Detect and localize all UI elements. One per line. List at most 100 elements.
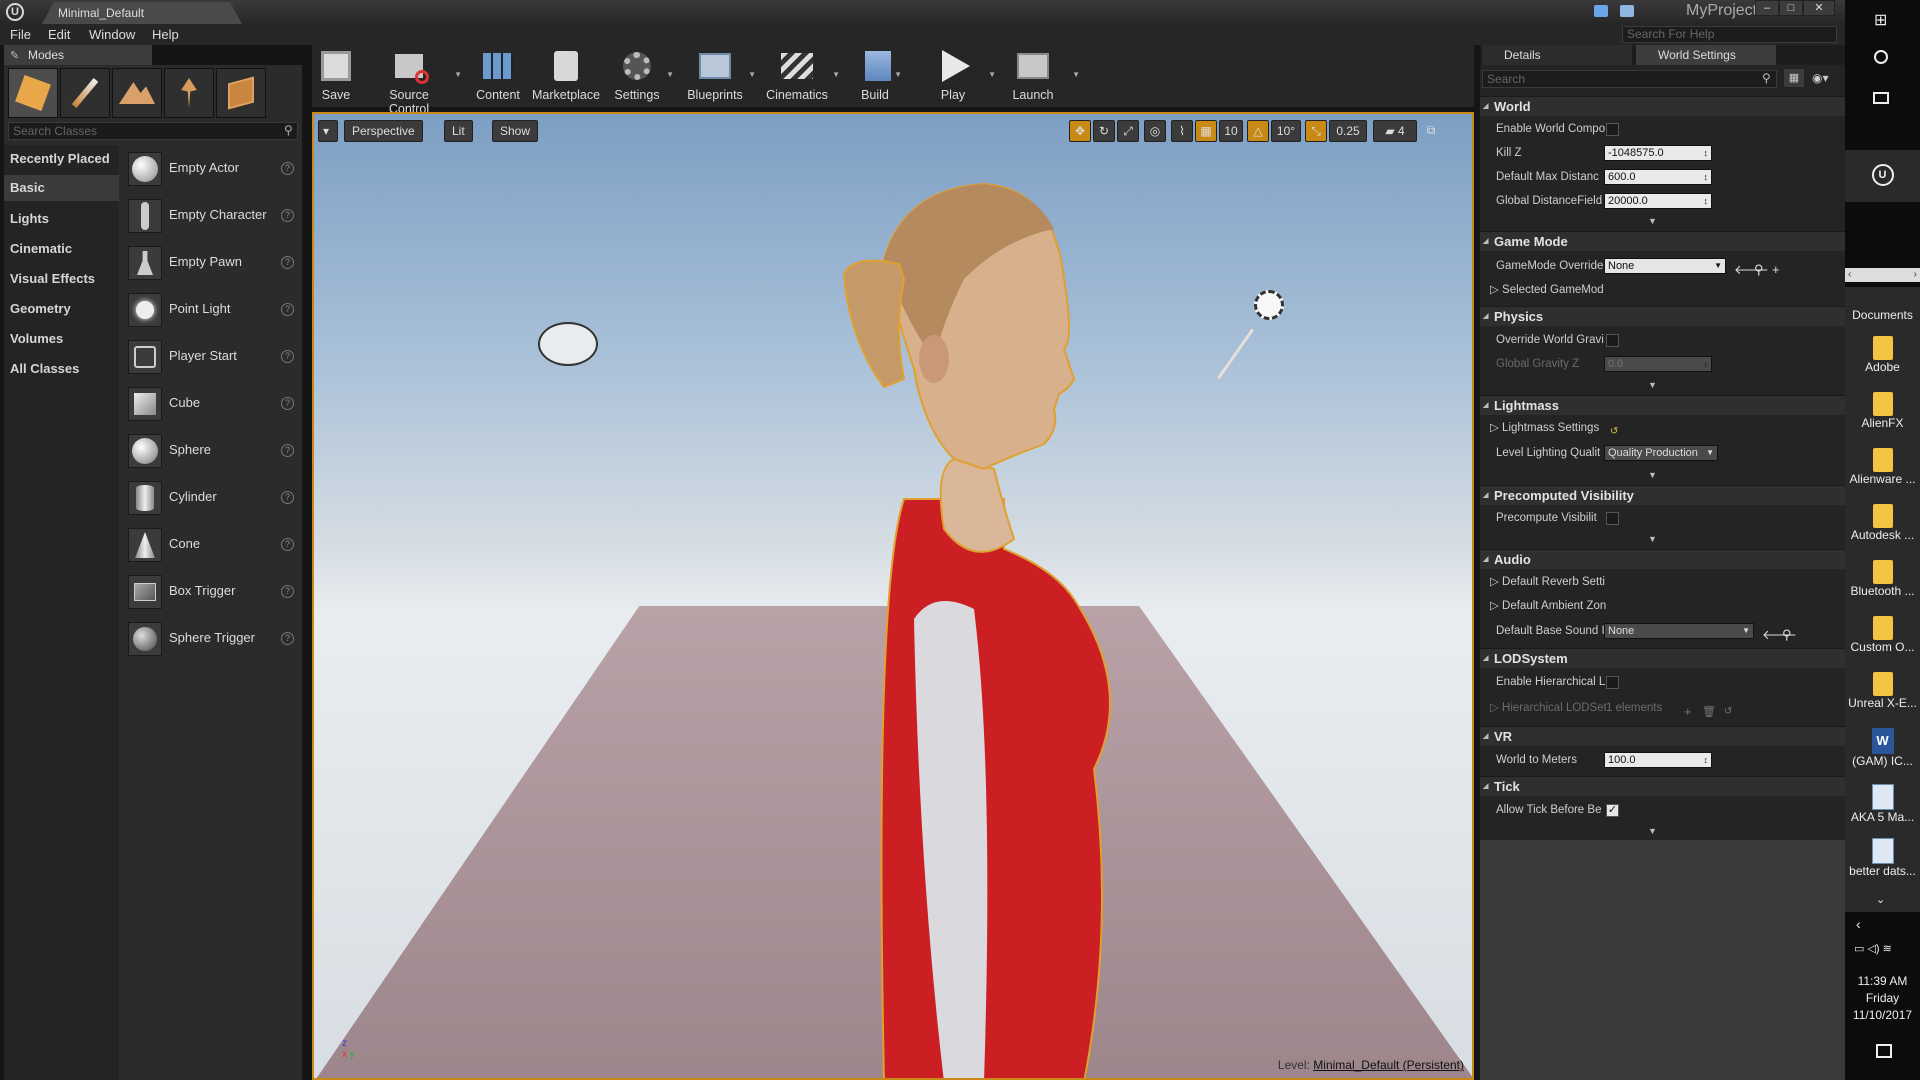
dropdown-arrow-icon[interactable]: ▼ xyxy=(832,70,840,79)
details-search-input[interactable]: Search xyxy=(1482,70,1777,88)
feedback-icon[interactable] xyxy=(1594,5,1608,17)
help-search-input[interactable]: Search For Help xyxy=(1622,26,1837,43)
category-basic[interactable]: Basic xyxy=(4,175,119,201)
lit-button[interactable]: Lit xyxy=(444,120,473,142)
action-center-icon[interactable] xyxy=(1876,1044,1892,1058)
system-tray-icons[interactable]: ▭ ◁) ≋ xyxy=(1854,942,1892,955)
camera-speed-button[interactable]: ▰ 4 xyxy=(1373,120,1417,142)
desktop-scrollbar[interactable]: ‹ › xyxy=(1845,268,1920,282)
level-name[interactable]: Minimal_Default (Persistent) xyxy=(1313,1058,1464,1072)
rotation-snap-icon[interactable]: △ xyxy=(1247,120,1269,142)
row-lightmass-settings[interactable]: ▷ Lightmass Settings ↺ xyxy=(1480,416,1845,440)
taskbar-clock[interactable]: 11:39 AM Friday 11/10/2017 xyxy=(1845,973,1920,1024)
chevron-left-icon[interactable]: ‹ xyxy=(1856,916,1861,932)
actor-item[interactable]: Cube? xyxy=(126,385,296,423)
paint-mode-icon[interactable] xyxy=(60,68,110,118)
grid-snap-icon[interactable]: ▦ xyxy=(1195,120,1217,142)
actor-item[interactable]: Box Trigger? xyxy=(126,573,296,611)
category-recently-placed[interactable]: Recently Placed xyxy=(10,151,110,166)
category-cinematic[interactable]: Cinematic xyxy=(10,241,72,256)
checkbox-checked[interactable]: ✓ xyxy=(1606,804,1619,817)
section-world[interactable]: World xyxy=(1480,96,1845,117)
dropdown-arrow-icon[interactable]: ▼ xyxy=(454,70,462,79)
rotate-tool-icon[interactable]: ↻ xyxy=(1093,120,1115,142)
category-all-classes[interactable]: All Classes xyxy=(10,361,79,376)
desktop-item[interactable]: Adobe xyxy=(1845,336,1920,374)
menu-file[interactable]: File xyxy=(10,27,31,42)
help-icon[interactable]: ? xyxy=(281,303,294,316)
max-distance-input[interactable]: 600.0 xyxy=(1604,169,1712,185)
base-sound-dropdown[interactable]: None xyxy=(1604,623,1754,639)
minimize-button[interactable]: – xyxy=(1755,0,1779,16)
desktop-item[interactable]: better dats... xyxy=(1845,838,1920,878)
chevron-down-icon[interactable]: ⌄ xyxy=(1876,893,1885,906)
kill-z-input[interactable]: -1048575.0 xyxy=(1604,145,1712,161)
desktop-item[interactable]: Alienware ... xyxy=(1845,448,1920,486)
scale-snap-icon[interactable]: ⤡ xyxy=(1305,120,1327,142)
world-local-icon[interactable]: ◎ xyxy=(1144,120,1166,142)
landscape-mode-icon[interactable] xyxy=(112,68,162,118)
row-default-reverb[interactable]: ▷ Default Reverb Setti xyxy=(1480,570,1845,594)
help-icon[interactable]: ? xyxy=(281,209,294,222)
translate-tool-icon[interactable]: ✥ xyxy=(1069,120,1091,142)
property-matrix-icon[interactable]: ▦ xyxy=(1783,68,1805,88)
help-icon[interactable]: ? xyxy=(281,632,294,645)
content-button[interactable]: Content xyxy=(474,48,522,102)
section-physics[interactable]: Physics xyxy=(1480,306,1845,327)
launch-button[interactable]: Launch ▼ xyxy=(1012,48,1080,102)
actor-item[interactable]: Cylinder? xyxy=(126,479,296,517)
perspective-button[interactable]: Perspective xyxy=(344,120,423,142)
use-selected-arrow-icon[interactable]: 🡐 xyxy=(1762,623,1797,647)
gamemode-dropdown[interactable]: None xyxy=(1604,258,1726,274)
help-icon[interactable]: ? xyxy=(281,538,294,551)
actor-item[interactable]: Player Start? xyxy=(126,338,296,376)
desktop-item[interactable]: Autodesk ... xyxy=(1845,504,1920,542)
menu-edit[interactable]: Edit xyxy=(48,27,70,42)
grid-snap-value[interactable]: 10 xyxy=(1219,120,1243,142)
dropdown-arrow-icon[interactable]: ▼ xyxy=(748,70,756,79)
viewport-options-button[interactable]: ▾ xyxy=(318,120,338,142)
view-options-eye-icon[interactable]: ◉▾ xyxy=(1812,71,1829,85)
rotation-snap-value[interactable]: 10° xyxy=(1271,120,1301,142)
geometry-edit-mode-icon[interactable] xyxy=(216,68,266,118)
help-icon[interactable]: ? xyxy=(281,256,294,269)
actor-item[interactable]: Sphere Trigger? xyxy=(126,620,296,658)
section-lodsystem[interactable]: LODSystem xyxy=(1480,648,1845,669)
category-geometry[interactable]: Geometry xyxy=(10,301,71,316)
section-lightmass[interactable]: Lightmass xyxy=(1480,395,1845,416)
distance-field-input[interactable]: 20000.0 xyxy=(1604,193,1712,209)
category-lights[interactable]: Lights xyxy=(10,211,49,226)
show-button[interactable]: Show xyxy=(492,120,539,142)
taskbar-unreal-item[interactable]: U xyxy=(1845,150,1920,202)
desktop-item[interactable]: AKA 5 Ma... xyxy=(1845,784,1920,824)
reset-icon[interactable]: ↺ xyxy=(1724,700,1732,724)
world-to-meters-input[interactable]: 100.0 xyxy=(1604,752,1712,768)
help-icon[interactable]: ? xyxy=(281,585,294,598)
desktop-item[interactable]: Unreal X-E... xyxy=(1845,672,1920,710)
section-tick[interactable]: Tick xyxy=(1480,776,1845,797)
place-mode-icon[interactable] xyxy=(8,68,58,118)
sky-light-icon[interactable] xyxy=(538,322,598,366)
help-icon[interactable]: ? xyxy=(281,397,294,410)
expand-advanced-icon[interactable]: ▼ xyxy=(1648,826,1657,836)
level-viewport[interactable]: ▾ Perspective Lit Show ✥ ↻ ⤢ ◎ ⌇ ▦ 10 △ … xyxy=(312,112,1474,1080)
menu-window[interactable]: Window xyxy=(89,27,135,42)
expand-advanced-icon[interactable]: ▼ xyxy=(1648,470,1657,480)
settings-button[interactable]: Settings ▼ xyxy=(612,48,674,102)
row-hierarchical-lod-setup[interactable]: ▷ Hierarchical LODSet 1 elements + 🗑 ↺ xyxy=(1480,696,1845,720)
section-audio[interactable]: Audio xyxy=(1480,549,1845,570)
category-visual-effects[interactable]: Visual Effects xyxy=(10,271,95,286)
desktop-item[interactable]: Custom O... xyxy=(1845,616,1920,654)
blueprints-button[interactable]: Blueprints ▼ xyxy=(686,48,756,102)
actor-item[interactable]: Empty Actor? xyxy=(126,150,296,188)
checkbox[interactable] xyxy=(1606,123,1619,136)
desktop-item[interactable]: Bluetooth ... xyxy=(1845,560,1920,598)
section-precomputed-visibility[interactable]: Precomputed Visibility xyxy=(1480,485,1845,506)
actor-item[interactable]: Empty Character? xyxy=(126,197,296,235)
scale-tool-icon[interactable]: ⤢ xyxy=(1117,120,1139,142)
marketplace-mini-icon[interactable] xyxy=(1620,5,1634,17)
actor-item[interactable]: Empty Pawn? xyxy=(126,244,296,282)
modes-tab[interactable]: Modes xyxy=(4,45,152,65)
help-icon[interactable]: ? xyxy=(281,162,294,175)
row-selected-gamemode[interactable]: ▷ Selected GameMod xyxy=(1480,278,1845,302)
